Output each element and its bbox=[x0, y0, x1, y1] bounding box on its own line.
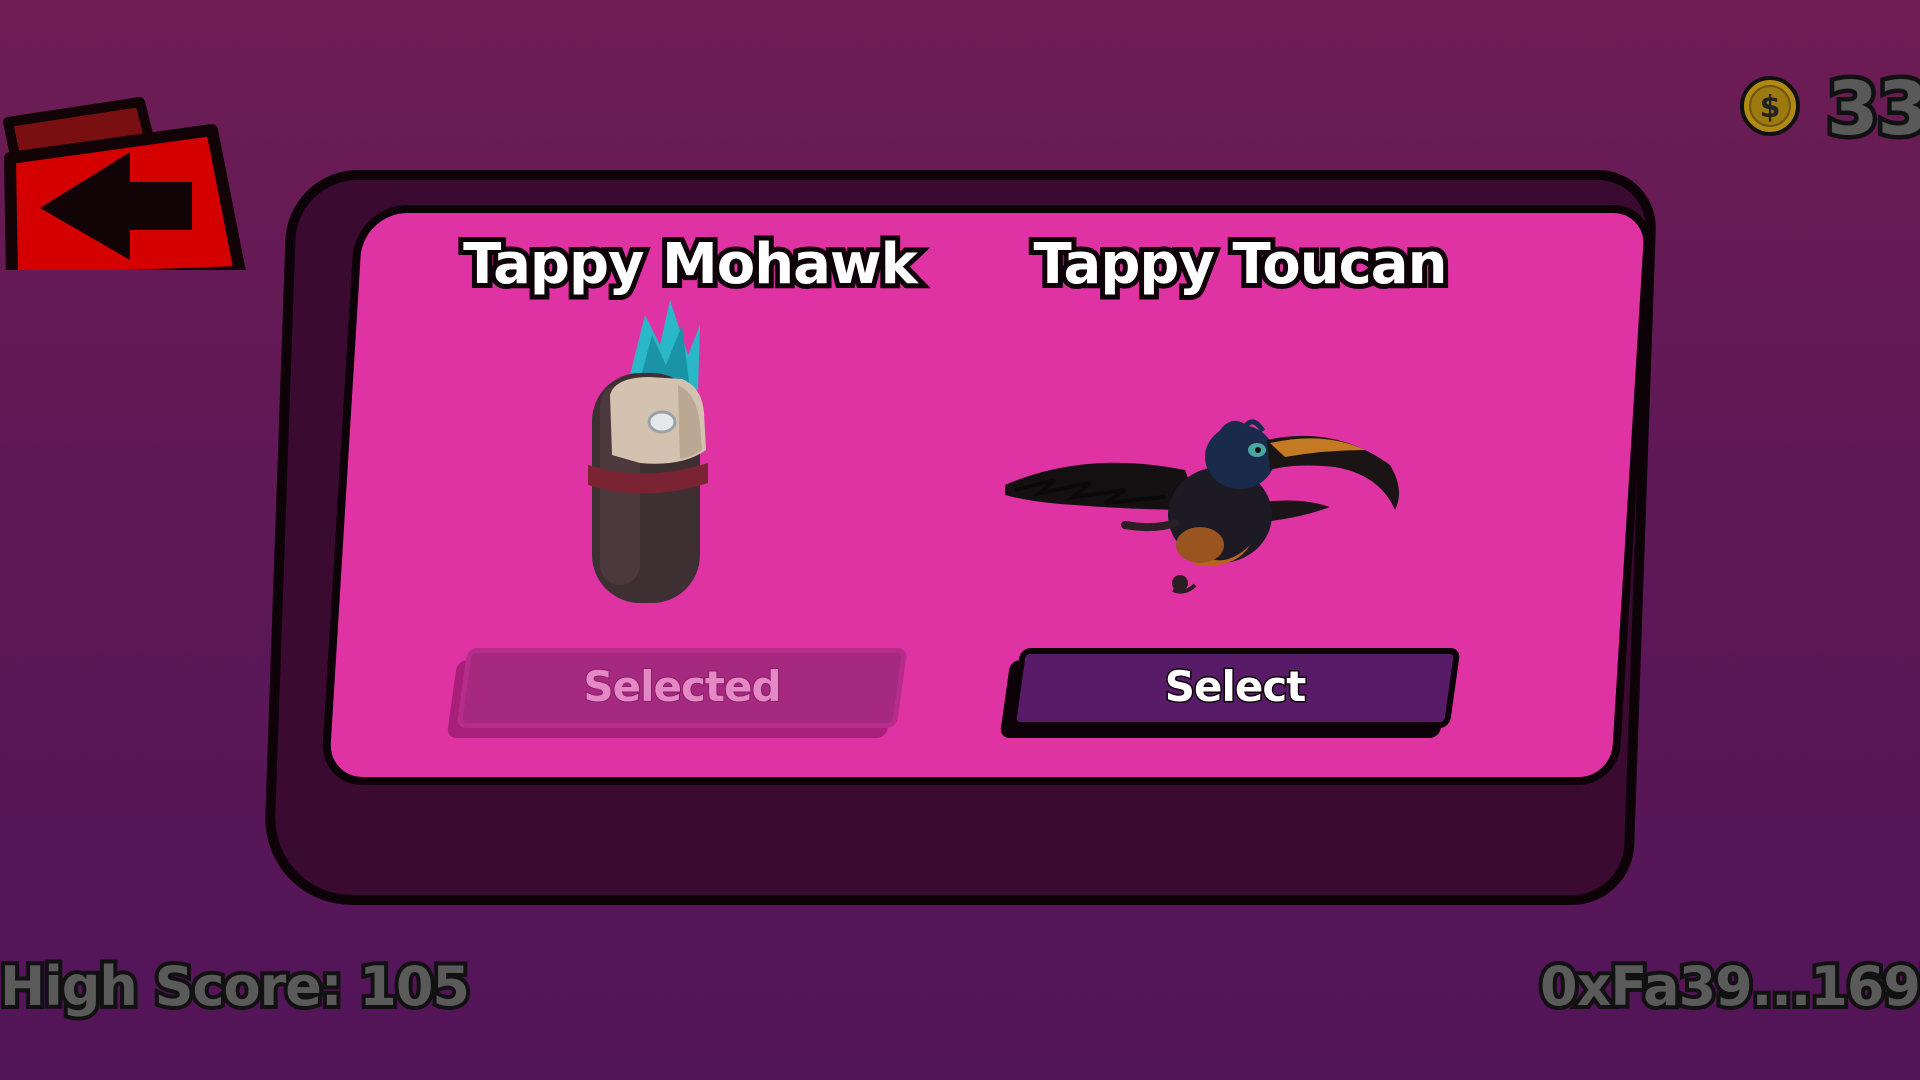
back-arrow-icon bbox=[3, 97, 246, 286]
coin-count: 33 bbox=[1823, 62, 1920, 157]
back-button[interactable] bbox=[0, 50, 250, 286]
tappy-mohawk-character[interactable] bbox=[570, 295, 740, 615]
high-score: High Score: 105 bbox=[0, 951, 474, 1022]
dollar-coin-icon: $ bbox=[1740, 76, 1800, 136]
tappy-toucan-character[interactable] bbox=[995, 395, 1415, 605]
item-title-tappy-toucan: Tappy Toucan bbox=[1029, 227, 1453, 302]
select-button-tappy-toucan[interactable]: Select bbox=[999, 648, 1461, 740]
selected-button-tappy-mohawk: Selected bbox=[446, 648, 908, 740]
selected-button-label: Selected bbox=[582, 661, 782, 712]
wallet-address: 0xFa39...1697 bbox=[1536, 951, 1920, 1022]
coin-symbol: $ bbox=[1760, 90, 1781, 125]
select-button-label: Select bbox=[1163, 661, 1308, 713]
coin-counter: $ 33 bbox=[1735, 62, 1920, 157]
